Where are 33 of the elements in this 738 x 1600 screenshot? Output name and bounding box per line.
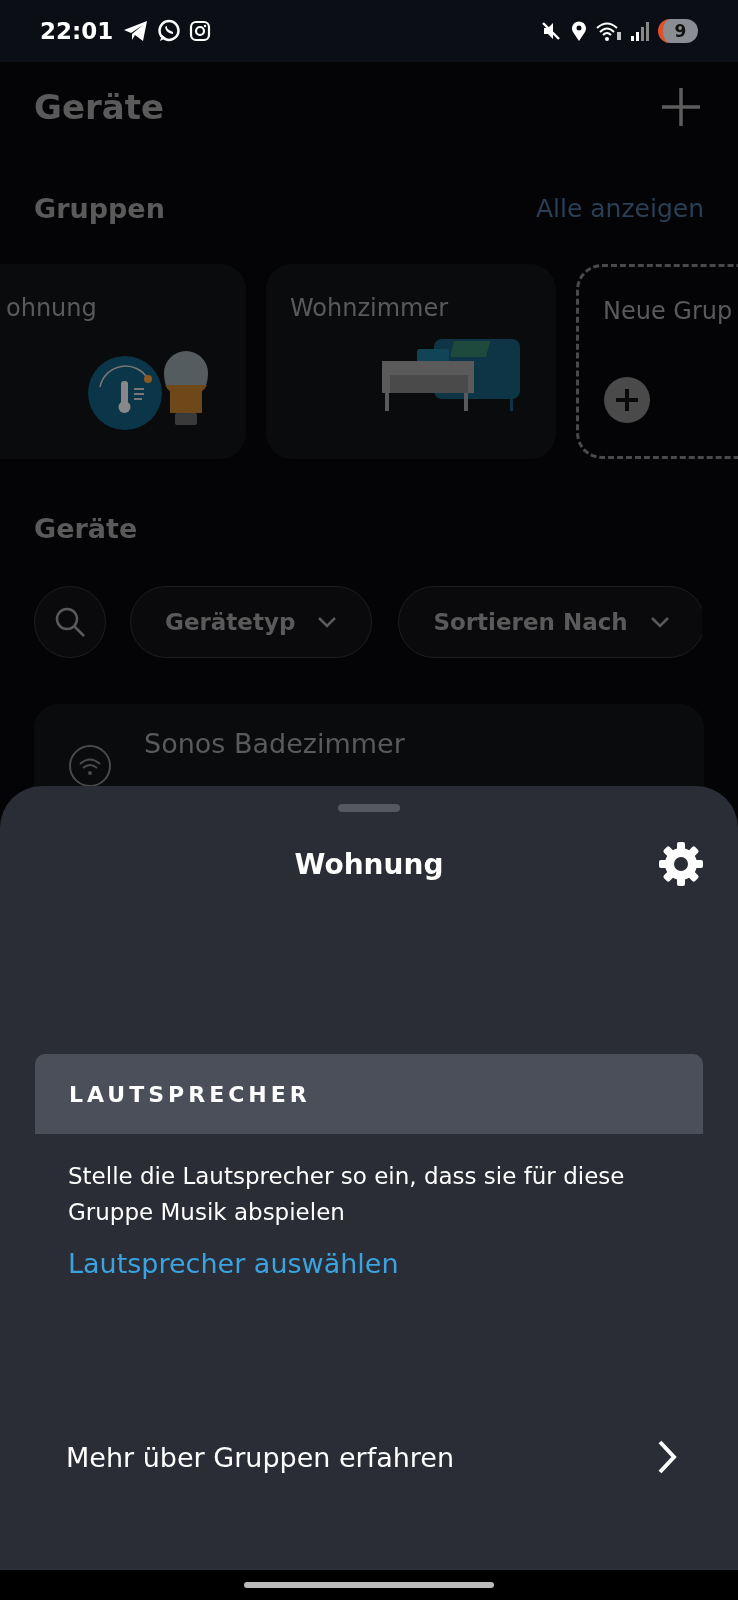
instagram-icon: [189, 20, 212, 42]
status-time: 22:01: [40, 18, 114, 44]
mute-icon: [540, 20, 562, 42]
add-icon: [603, 376, 651, 424]
add-icon[interactable]: [660, 86, 702, 128]
chevron-down-icon: [649, 616, 670, 628]
learn-more-row[interactable]: Mehr über Gruppen erfahren: [34, 1429, 708, 1485]
settings-icon[interactable]: [658, 841, 704, 887]
section-title: Geräte: [34, 513, 139, 544]
location-icon: [570, 20, 588, 42]
filter-dropdown[interactable]: Gerätetyp: [130, 586, 373, 658]
page-title: Geräte: [34, 87, 164, 127]
chevron-down-icon: [317, 616, 338, 628]
filter-dropdown[interactable]: Sortieren Nach: [398, 586, 702, 658]
section-header: LAUTSPRECHER: [35, 1054, 703, 1134]
wifi-icon: [68, 744, 112, 788]
drag-handle[interactable]: [338, 804, 400, 812]
show-all-link[interactable]: Alle anzeigen: [535, 193, 704, 223]
select-speakers-link[interactable]: Lautsprecher auswählen: [68, 1248, 399, 1279]
whatsapp-icon: [157, 19, 182, 43]
battery-indicator: 9: [658, 19, 698, 43]
group-card[interactable]: ohnung: [0, 264, 246, 459]
group-card[interactable]: Wohnzimmer: [266, 264, 556, 459]
new-group-card[interactable]: Neue Grup: [576, 264, 738, 459]
sheet-title: Wohnung: [294, 847, 444, 881]
device-name: Sonos Badezimmer: [144, 728, 405, 759]
signal-icon: [630, 20, 650, 42]
telegram-icon: [123, 20, 150, 42]
chevron-right-icon: [656, 1439, 678, 1475]
section-title: Gruppen: [34, 192, 165, 224]
search-icon: [53, 605, 87, 639]
description-text: Stelle die Lautsprecher so ein, dass sie für diese Gruppe Musik abspielen: [68, 1162, 626, 1227]
wifi-icon: [596, 20, 622, 42]
